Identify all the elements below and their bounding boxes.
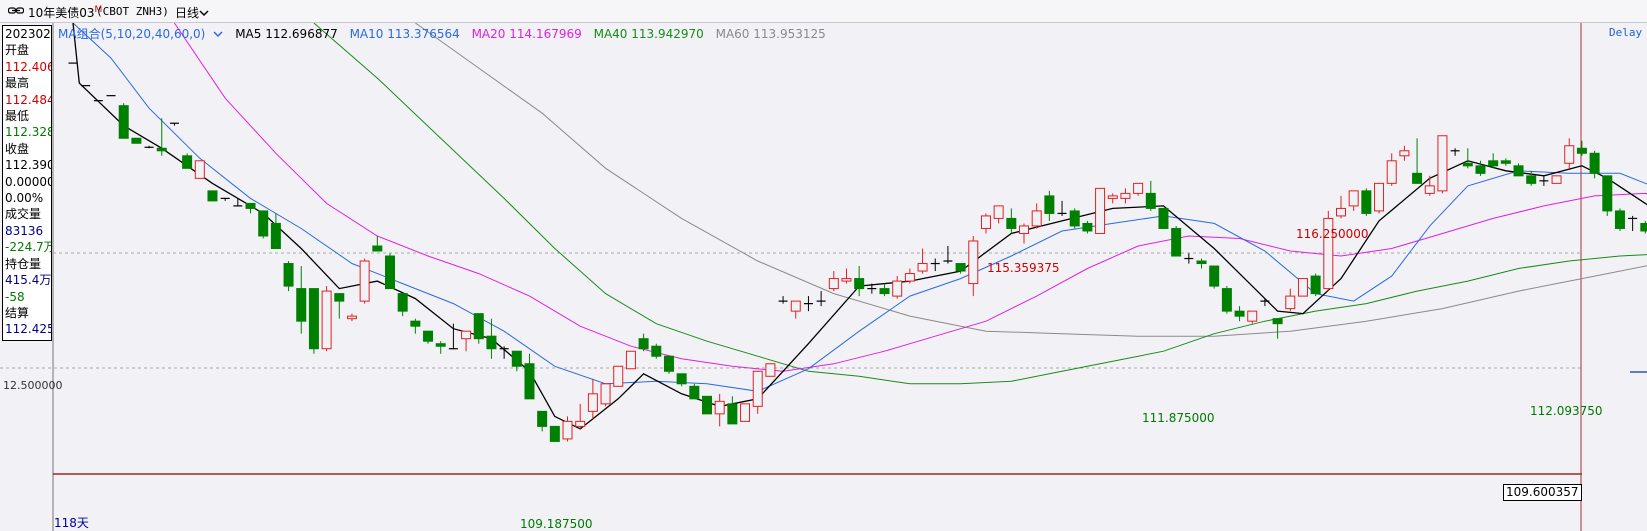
annotation-high-2: 116.250000 (1296, 227, 1369, 241)
candle (1374, 182, 1385, 214)
low-label: 最低 (5, 109, 30, 124)
price-tag-left: 12.500000 (3, 379, 63, 392)
volume-label: 成交量 (5, 207, 42, 222)
open-interest-label: 持仓量 (5, 256, 42, 271)
settle-value: 112.425000 (5, 322, 51, 337)
candle (613, 365, 624, 387)
delay-indicator: Delay (1609, 26, 1643, 39)
price-chart[interactable] (0, 23, 1647, 531)
candle (207, 190, 218, 202)
candle (765, 363, 776, 377)
annotation-low-1: 111.875000 (1142, 411, 1215, 425)
panel-date: 20230215 (5, 27, 51, 41)
candle (689, 383, 700, 400)
candle (702, 395, 712, 415)
low-value: 112.328125 (5, 125, 51, 140)
ma-group-selector[interactable]: MA组合(5,10,20,40,60,0) (58, 27, 223, 41)
candle (1310, 273, 1321, 297)
candle (182, 153, 193, 169)
candle (258, 210, 269, 239)
candle (1158, 207, 1169, 229)
day-count: 118天 (54, 516, 89, 530)
change-value: 0.000000 (5, 174, 51, 189)
candle (1602, 175, 1613, 216)
candle (194, 160, 205, 179)
price-tag-right: 109.600357 (1503, 484, 1582, 501)
annotation-high-1: 115.359375 (987, 261, 1060, 275)
candle (600, 383, 611, 407)
title-bar: 10年美债03M (CBOT ZNH3) 日线 (0, 0, 1647, 23)
change-percent: 0.00% (5, 191, 44, 206)
candle (740, 403, 751, 422)
candle (385, 253, 395, 290)
ma20-value: MA20 114.167969 (471, 27, 582, 41)
ohlc-data-panel: 20230215 开盘 112.406250 最高 112.484375 最低 … (2, 25, 52, 341)
instrument-title: 10年美债03M (28, 5, 103, 20)
high-label: 最高 (5, 76, 30, 91)
candle (308, 288, 319, 354)
ma-legend: MA组合(5,10,20,40,60,0) MA5 112.696877 MA1… (58, 25, 834, 42)
candle (549, 425, 560, 442)
ma10-value: MA10 113.376564 (349, 27, 460, 41)
candle (1551, 175, 1562, 184)
candle (359, 258, 370, 304)
candle (651, 343, 662, 359)
candle (118, 103, 129, 139)
period-selector[interactable]: 日线 (175, 4, 209, 21)
close-value: 112.390625 (5, 158, 51, 173)
open-label: 开盘 (5, 43, 30, 58)
open-interest-value: 415.4万 (5, 273, 52, 288)
candle (625, 350, 636, 370)
open-value: 112.406250 (5, 59, 51, 74)
candle (1361, 188, 1372, 216)
ma5-value: MA5 112.696877 (235, 27, 338, 41)
annotation-last-low: 112.093750 (1530, 404, 1603, 418)
chevron-down-icon (213, 31, 223, 38)
high-value: 112.484375 (5, 92, 51, 107)
candle (1209, 265, 1220, 289)
candle (1437, 135, 1448, 194)
candle (663, 355, 674, 374)
volume-value: 83136 (5, 223, 44, 238)
candle (1069, 208, 1080, 229)
candle (1297, 278, 1308, 297)
candle (1221, 286, 1232, 314)
volume-change: -224.7万 (5, 240, 52, 255)
candle (1095, 187, 1106, 234)
candle (321, 286, 332, 352)
chevron-down-icon (199, 10, 209, 17)
ma40-value: MA40 113.942970 (593, 27, 704, 41)
candle (131, 137, 142, 144)
candle (1171, 225, 1182, 257)
settle-label: 结算 (5, 305, 30, 320)
ma60-value: MA60 113.953125 (715, 27, 826, 41)
open-interest-change: -58 (5, 289, 25, 304)
candle (1323, 210, 1334, 292)
close-label: 收盘 (5, 141, 30, 156)
candle (1614, 208, 1625, 231)
annotation-low-2: 109.187500 (520, 517, 593, 531)
link-icon[interactable] (8, 6, 24, 16)
instrument-code: (CBOT ZNH3) (96, 5, 169, 18)
